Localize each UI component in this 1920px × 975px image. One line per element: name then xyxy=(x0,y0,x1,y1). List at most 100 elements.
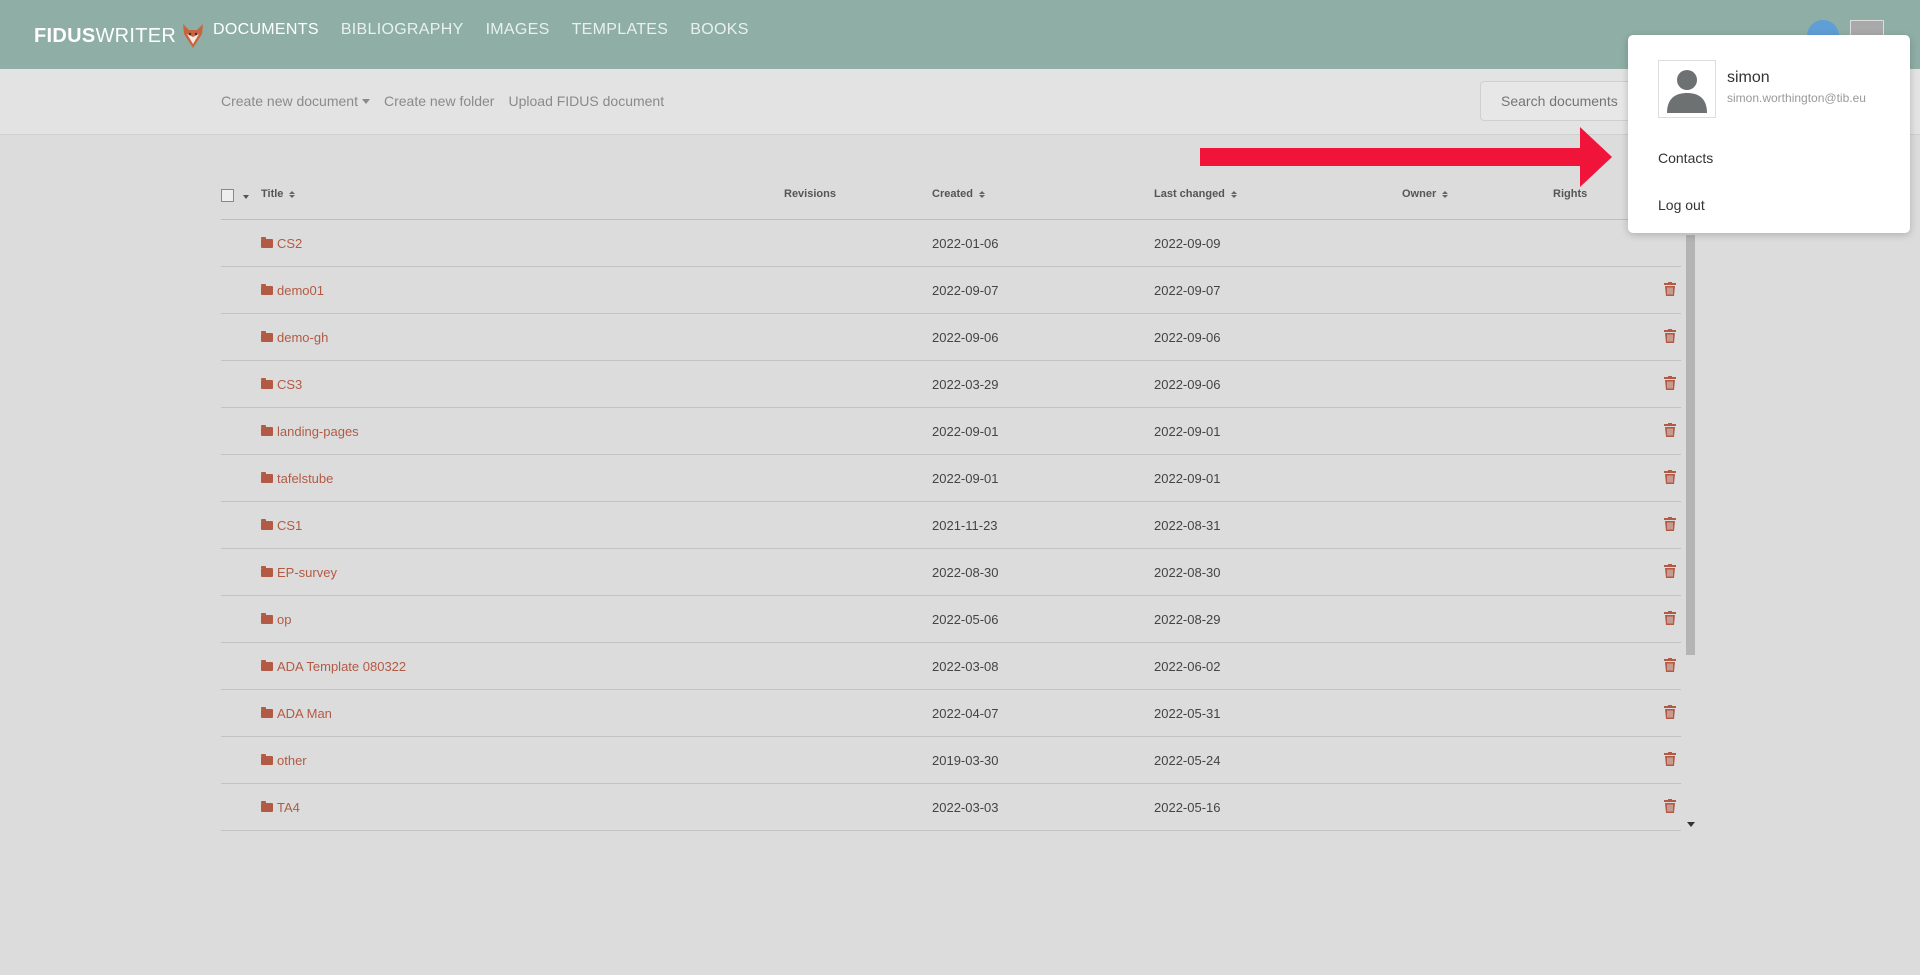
last-changed-date: 2022-05-16 xyxy=(1154,800,1221,815)
folder-link[interactable]: CS1 xyxy=(261,518,302,533)
folder-link[interactable]: other xyxy=(261,753,307,768)
folder-icon xyxy=(261,378,273,389)
folder-link[interactable]: demo-gh xyxy=(261,330,328,345)
table-scrollbar[interactable] xyxy=(1686,235,1695,655)
folder-icon xyxy=(261,284,273,295)
table-row: EP-survey 2022-08-30 2022-08-30 xyxy=(221,549,1681,596)
trash-icon[interactable] xyxy=(1664,611,1676,625)
folder-title: ADA Man xyxy=(277,706,332,721)
created-date: 2022-09-01 xyxy=(932,471,999,486)
table-body: CS2 2022-01-06 2022-09-09 demo01 2022-09-07 2… xyxy=(221,220,1681,831)
logout-menu-item[interactable]: Log out xyxy=(1658,197,1705,213)
last-changed-date: 2022-05-24 xyxy=(1154,753,1221,768)
table-row: op 2022-05-06 2022-08-29 xyxy=(221,596,1681,643)
last-changed-date: 2022-08-29 xyxy=(1154,612,1221,627)
trash-icon[interactable] xyxy=(1664,282,1676,296)
nav-templates[interactable]: TEMPLATES xyxy=(572,21,669,39)
last-changed-date: 2022-08-31 xyxy=(1154,518,1221,533)
create-document-dropdown[interactable]: Create new document xyxy=(221,93,370,109)
nav-documents[interactable]: DOCUMENTS xyxy=(213,21,319,75)
column-owner-label: Owner xyxy=(1402,188,1437,200)
trash-icon[interactable] xyxy=(1664,423,1676,437)
table-row: CS1 2021-11-23 2022-08-31 xyxy=(221,502,1681,549)
folder-link[interactable]: landing-pages xyxy=(261,424,359,439)
column-title-label: Title xyxy=(261,188,284,200)
folder-icon xyxy=(261,801,273,812)
column-created-label: Created xyxy=(932,188,973,200)
column-rights-label: Rights xyxy=(1553,188,1588,200)
nav-bibliography[interactable]: BIBLIOGRAPHY xyxy=(341,21,464,39)
folder-title: tafelstube xyxy=(277,471,334,486)
last-changed-date: 2022-09-01 xyxy=(1154,471,1221,486)
created-date: 2022-03-08 xyxy=(932,659,999,674)
trash-icon[interactable] xyxy=(1664,799,1676,813)
create-document-label: Create new document xyxy=(221,93,358,109)
created-date: 2021-11-23 xyxy=(932,518,998,533)
trash-icon[interactable] xyxy=(1664,329,1676,343)
select-options-caret-icon[interactable] xyxy=(243,195,249,199)
last-changed-date: 2022-09-06 xyxy=(1154,377,1221,392)
user-email: simon.worthington@tib.eu xyxy=(1727,91,1866,105)
sort-icon xyxy=(978,190,985,198)
created-date: 2022-04-07 xyxy=(932,706,999,721)
column-last-changed-label: Last changed xyxy=(1154,188,1225,200)
trash-icon[interactable] xyxy=(1664,564,1676,578)
column-rights: Rights xyxy=(1553,188,1587,200)
trash-icon[interactable] xyxy=(1664,517,1676,531)
nav-images[interactable]: IMAGES xyxy=(486,21,550,39)
last-changed-date: 2022-08-30 xyxy=(1154,565,1221,580)
logo-light-text: WRITER xyxy=(95,24,177,47)
created-date: 2022-09-07 xyxy=(932,283,999,298)
trash-icon[interactable] xyxy=(1664,752,1676,766)
folder-link[interactable]: EP-survey xyxy=(261,565,337,580)
folder-title: landing-pages xyxy=(277,424,359,439)
trash-icon[interactable] xyxy=(1664,376,1676,390)
last-changed-date: 2022-09-01 xyxy=(1154,424,1221,439)
folder-link[interactable]: TA4 xyxy=(261,800,300,815)
table-row: CS2 2022-01-06 2022-09-09 xyxy=(221,220,1681,267)
folder-icon xyxy=(261,613,273,624)
folder-title: demo01 xyxy=(277,283,324,298)
create-folder-button[interactable]: Create new folder xyxy=(384,93,495,109)
folder-link[interactable]: ADA Man xyxy=(261,706,332,721)
table-row: TA4 2022-03-03 2022-05-16 xyxy=(221,784,1681,831)
select-all-checkbox[interactable] xyxy=(221,189,234,202)
folder-link[interactable]: tafelstube xyxy=(261,471,333,486)
column-revisions-label: Revisions xyxy=(784,188,836,200)
nav-books[interactable]: BOOKS xyxy=(690,21,748,39)
trash-icon[interactable] xyxy=(1664,658,1676,672)
table-row: landing-pages 2022-09-01 2022-09-01 xyxy=(221,408,1681,455)
trash-icon[interactable] xyxy=(1664,705,1676,719)
created-date: 2022-09-01 xyxy=(932,424,999,439)
chevron-down-icon xyxy=(361,98,370,104)
upload-fidus-document-button[interactable]: Upload FIDUS document xyxy=(508,93,664,109)
table-row: ADA Template 080322 2022-03-08 2022-06-02 xyxy=(221,643,1681,690)
contacts-menu-item[interactable]: Contacts xyxy=(1658,150,1713,166)
user-menu-popup: simon simon.worthington@tib.eu Contacts … xyxy=(1628,35,1910,233)
folder-icon xyxy=(261,707,273,718)
logo-bold-text: FIDUS xyxy=(34,24,96,47)
folder-link[interactable]: ADA Template 080322 xyxy=(261,659,406,674)
main-nav: DOCUMENTS BIBLIOGRAPHY IMAGES TEMPLATES … xyxy=(213,21,771,75)
folder-link[interactable]: CS3 xyxy=(261,377,302,392)
folder-icon xyxy=(261,331,273,342)
folder-title: CS3 xyxy=(277,377,303,392)
column-owner[interactable]: Owner xyxy=(1402,188,1449,200)
column-last-changed[interactable]: Last changed xyxy=(1154,188,1237,200)
folder-icon xyxy=(261,425,273,436)
sort-icon xyxy=(1442,190,1449,198)
folder-link[interactable]: CS2 xyxy=(261,236,302,251)
folder-link[interactable]: op xyxy=(261,612,291,627)
fox-icon xyxy=(183,24,204,48)
created-date: 2019-03-30 xyxy=(932,753,999,768)
avatar xyxy=(1658,60,1716,118)
folder-link[interactable]: demo01 xyxy=(261,283,324,298)
search-input[interactable] xyxy=(1480,81,1640,121)
scroll-down-arrow-icon[interactable] xyxy=(1687,822,1695,827)
created-date: 2022-01-06 xyxy=(932,236,999,251)
column-created[interactable]: Created xyxy=(932,188,985,200)
fidus-writer-logo[interactable]: FIDUS WRITER xyxy=(34,20,205,52)
folder-title: CS1 xyxy=(277,518,303,533)
trash-icon[interactable] xyxy=(1664,470,1676,484)
column-title[interactable]: Title xyxy=(261,188,296,200)
